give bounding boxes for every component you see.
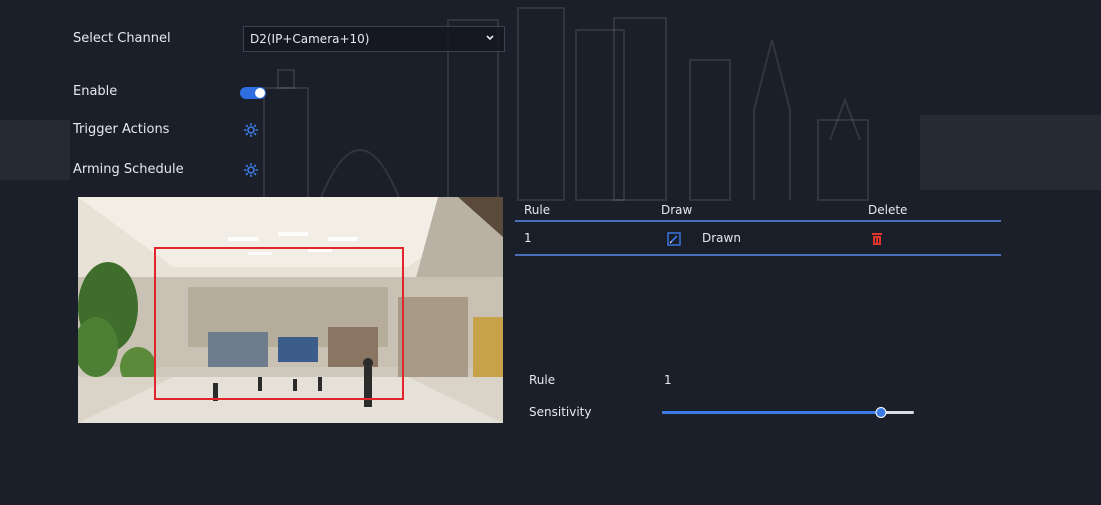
channel-select[interactable]: D2(IP+Camera+10) — [243, 26, 505, 52]
draw-status-cell: Drawn — [702, 231, 741, 245]
trigger-actions-label: Trigger Actions — [73, 122, 170, 137]
motion-detection-panel: Select Channel D2(IP+Camera+10) Enable T… — [0, 0, 1101, 501]
channel-select-value: D2(IP+Camera+10) — [250, 32, 370, 46]
toggle-knob — [255, 88, 265, 98]
gear-icon[interactable] — [243, 162, 259, 178]
camera-snapshot-image — [78, 197, 503, 423]
gear-icon[interactable] — [243, 122, 259, 138]
rule-table: Rule Draw Delete 1 Drawn — [515, 200, 1001, 256]
rule-number-cell: 1 — [524, 231, 532, 245]
video-preview[interactable] — [78, 197, 503, 423]
column-header-draw: Draw — [661, 203, 693, 217]
slider-fill — [662, 411, 882, 414]
rule-label: Rule — [529, 373, 556, 387]
sensitivity-label: Sensitivity — [529, 405, 592, 419]
slider-thumb[interactable] — [875, 407, 887, 418]
select-channel-label: Select Channel — [73, 31, 171, 46]
edit-icon[interactable] — [667, 232, 681, 246]
chevron-down-icon — [486, 35, 494, 41]
enable-toggle[interactable] — [240, 87, 266, 99]
rule-table-header: Rule Draw Delete — [515, 200, 1001, 222]
enable-label: Enable — [73, 84, 118, 99]
rule-value: 1 — [664, 373, 672, 387]
arming-schedule-label: Arming Schedule — [73, 162, 184, 177]
column-header-delete: Delete — [868, 203, 908, 217]
table-row[interactable]: 1 Drawn — [515, 222, 1001, 256]
column-header-rule: Rule — [524, 203, 551, 217]
sensitivity-slider[interactable] — [662, 406, 914, 420]
trash-icon[interactable] — [870, 232, 884, 246]
